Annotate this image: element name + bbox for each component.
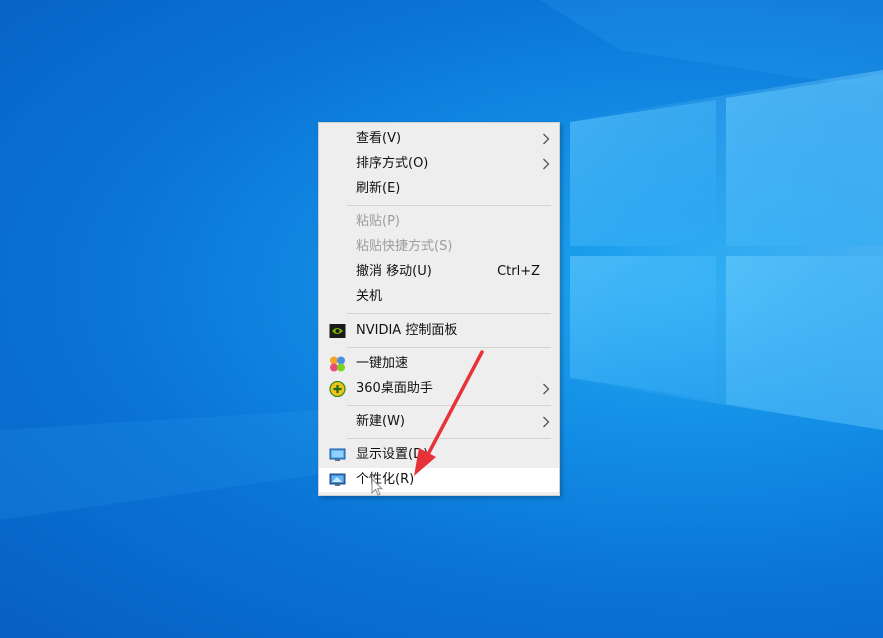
menu-item-shortcut: Ctrl+Z xyxy=(497,264,540,279)
menu-item-label: 查看(V) xyxy=(356,131,402,146)
menu-separator xyxy=(347,347,551,348)
mouse-cursor-icon xyxy=(371,478,384,496)
menu-item-label: 一键加速 xyxy=(356,356,409,371)
chevron-right-icon xyxy=(543,416,550,428)
menu-item-speedup[interactable]: 一键加速 xyxy=(319,352,559,376)
menu-item-paste-shortcut[interactable]: 粘贴快捷方式(S) xyxy=(319,235,559,259)
menu-item-label: 粘贴(P) xyxy=(356,214,400,229)
menu-item-view[interactable]: 查看(V) xyxy=(319,127,559,151)
menu-item-label: 刷新(E) xyxy=(356,181,401,196)
menu-item-label: 360桌面助手 xyxy=(356,381,433,396)
menu-separator xyxy=(347,205,551,206)
menu-item-nvidia-control-panel[interactable]: NVIDIA 控制面板 xyxy=(319,319,559,343)
menu-item-label: 排序方式(O) xyxy=(356,156,429,171)
menu-item-new[interactable]: 新建(W) xyxy=(319,410,559,434)
menu-item-sort-by[interactable]: 排序方式(O) xyxy=(319,152,559,176)
menu-separator xyxy=(347,313,551,314)
360-helper-icon xyxy=(329,381,346,397)
menu-item-label: 粘贴快捷方式(S) xyxy=(356,239,453,254)
menu-item-360-desktop-helper[interactable]: 360桌面助手 xyxy=(319,377,559,401)
menu-separator xyxy=(347,438,551,439)
chevron-right-icon xyxy=(543,383,550,395)
desktop-context-menu: 查看(V) 排序方式(O) 刷新(E) 粘贴(P) 粘贴快捷方式(S) 撤消 移… xyxy=(318,122,560,496)
menu-item-shutdown[interactable]: 关机 xyxy=(319,285,559,309)
speedup-icon xyxy=(330,356,345,372)
menu-item-paste[interactable]: 粘贴(P) xyxy=(319,210,559,234)
monitor-icon xyxy=(329,448,346,461)
chevron-right-icon xyxy=(543,133,550,145)
menu-item-display-settings[interactable]: 显示设置(D) xyxy=(319,443,559,467)
menu-item-label: 撤消 移动(U) xyxy=(356,264,432,279)
menu-item-label: 关机 xyxy=(356,289,383,304)
nvidia-icon xyxy=(329,324,346,338)
menu-item-undo-move[interactable]: 撤消 移动(U) Ctrl+Z xyxy=(319,260,559,284)
menu-item-label: 显示设置(D) xyxy=(356,447,429,462)
menu-item-label: 新建(W) xyxy=(356,414,405,429)
menu-item-label: NVIDIA 控制面板 xyxy=(356,323,458,338)
menu-item-personalize[interactable]: 个性化(R) xyxy=(319,468,559,492)
menu-item-refresh[interactable]: 刷新(E) xyxy=(319,177,559,201)
personalize-icon xyxy=(329,473,346,486)
menu-separator xyxy=(347,405,551,406)
chevron-right-icon xyxy=(543,158,550,170)
